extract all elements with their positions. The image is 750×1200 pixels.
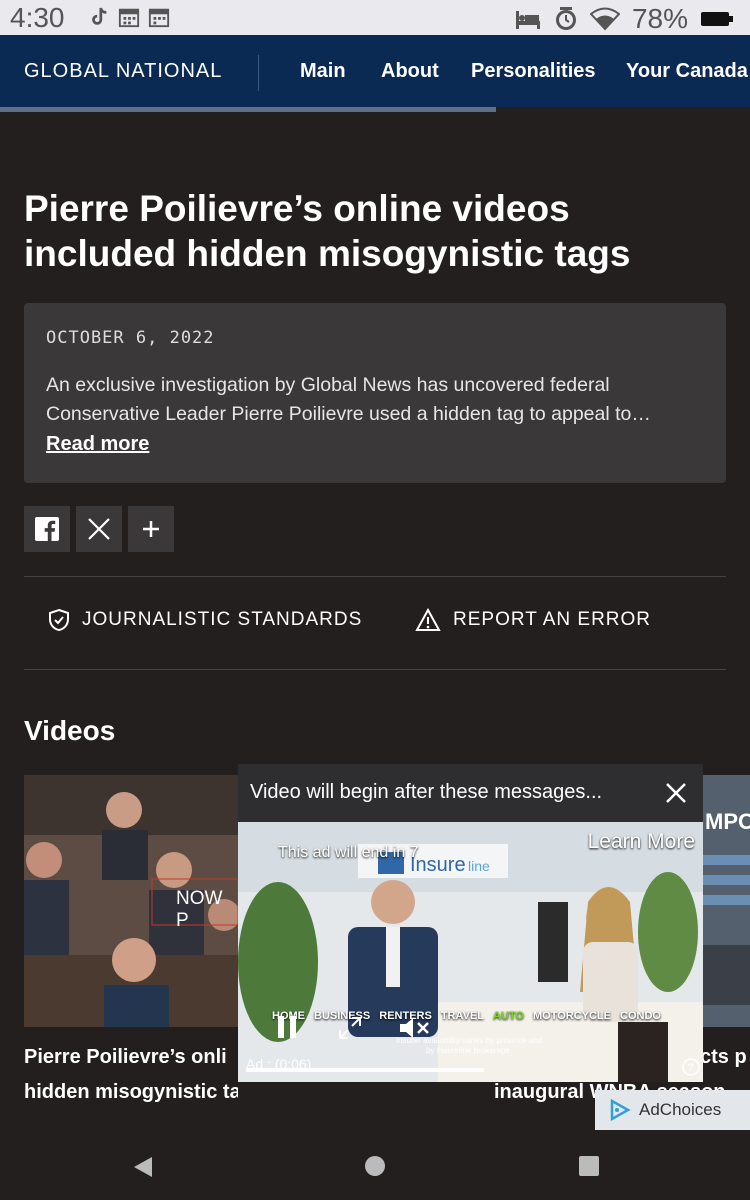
battery-percent: 78% — [631, 3, 688, 34]
plus-icon — [143, 521, 159, 537]
help-icon[interactable]: ? — [682, 1058, 700, 1076]
article-summary-box: OCTOBER 6, 2022 An exclusive investigati… — [24, 303, 726, 483]
nav-item-personalities[interactable]: Personalities — [471, 60, 596, 83]
close-icon[interactable] — [661, 778, 691, 808]
learn-more-link[interactable]: Learn More — [588, 830, 695, 854]
brand-logo[interactable]: GLOBAL NATIONAL — [24, 60, 222, 83]
bed-icon — [515, 11, 540, 29]
x-share-button[interactable] — [76, 506, 122, 552]
video-caption-line: hidden misogynistic tags — [24, 1081, 238, 1103]
facebook-share-button[interactable] — [24, 506, 70, 552]
adchoices-badge[interactable]: AdChoices — [595, 1090, 750, 1130]
adchoices-label: AdChoices — [639, 1100, 722, 1119]
divider — [24, 669, 726, 670]
ad-video[interactable]: Insure line Learn More This ad will end … — [238, 822, 703, 1082]
pause-icon[interactable] — [276, 1014, 298, 1040]
calendar-icon — [118, 8, 140, 28]
ad-category: AUTO — [493, 1010, 524, 1022]
fullscreen-icon[interactable] — [338, 1016, 362, 1040]
ad-disclaimer: Insurer availability varies by province … — [395, 1036, 543, 1055]
report-error-link[interactable]: REPORT AN ERROR — [415, 608, 651, 632]
alarm-icon — [555, 7, 576, 30]
article-headline: Pierre Poilievre’s online videos include… — [24, 188, 631, 274]
ad-header-text: Video will begin after these messages... — [250, 781, 603, 803]
video-thumbnail[interactable]: MPO — [703, 775, 750, 1027]
video-overlay-text: MPO — [705, 809, 750, 834]
calendar-icon — [148, 8, 170, 28]
svg-text:line: line — [468, 858, 490, 874]
ad-progress-bar — [246, 1068, 484, 1072]
report-error-label: REPORT AN ERROR — [453, 609, 652, 630]
nav-item-your-canada[interactable]: Your Canada — [626, 60, 748, 83]
floating-ad-player: Video will begin after these messages...… — [238, 764, 703, 1082]
battery-icon — [701, 12, 733, 26]
nav-item-main[interactable]: Main — [300, 60, 346, 83]
videos-section-title: Videos — [24, 715, 116, 746]
x-icon — [88, 518, 110, 540]
adchoices-icon — [610, 1099, 631, 1121]
shield-check-icon — [49, 608, 69, 632]
video-caption[interactable]: Pierre Poilievre’s onli hidden misogynis… — [24, 1040, 238, 1110]
article-summary: An exclusive investigation by Global New… — [46, 374, 651, 425]
nav-item-about[interactable]: About — [381, 60, 439, 83]
now-playing-overlay: NOW P — [176, 888, 223, 931]
wifi-icon — [589, 7, 620, 31]
tiktok-icon — [92, 7, 107, 25]
divider — [24, 576, 726, 577]
article-date: OCTOBER 6, 2022 — [46, 328, 215, 348]
ad-category: MOTORCYCLE — [532, 1010, 611, 1022]
recents-icon[interactable] — [579, 1156, 599, 1176]
journalistic-standards-label: JOURNALISTIC STANDARDS — [82, 609, 363, 630]
ad-category-list: HOME BUSINESS RENTERS TRAVEL AUTO MOTORC… — [272, 1010, 661, 1022]
read-more-link[interactable]: Read more — [46, 433, 149, 456]
top-navbar: GLOBAL NATIONAL Main About Personalities… — [0, 35, 750, 107]
ad-category: CONDO — [620, 1010, 661, 1022]
system-nav-bar — [0, 1130, 750, 1200]
facebook-icon — [35, 517, 59, 541]
back-icon[interactable] — [132, 1155, 154, 1179]
ad-countdown: This ad will end in 7 — [278, 844, 419, 861]
nav-divider — [258, 55, 259, 91]
warning-icon — [415, 608, 441, 631]
more-share-button[interactable] — [128, 506, 174, 552]
home-icon[interactable] — [365, 1156, 385, 1176]
journalistic-standards-link[interactable]: JOURNALISTIC STANDARDS — [48, 608, 362, 632]
nav-scroll-indicator — [0, 107, 496, 112]
video-caption-line: Pierre Poilievre’s onli — [24, 1046, 227, 1068]
status-bar: 4:30 78% — [0, 0, 750, 35]
status-time: 4:30 — [10, 2, 65, 33]
video-thumbnail[interactable]: NOW P — [24, 775, 238, 1027]
ad-category: TRAVEL — [440, 1010, 484, 1022]
ad-header: Video will begin after these messages... — [238, 764, 703, 822]
svg-text:?: ? — [688, 1062, 694, 1074]
